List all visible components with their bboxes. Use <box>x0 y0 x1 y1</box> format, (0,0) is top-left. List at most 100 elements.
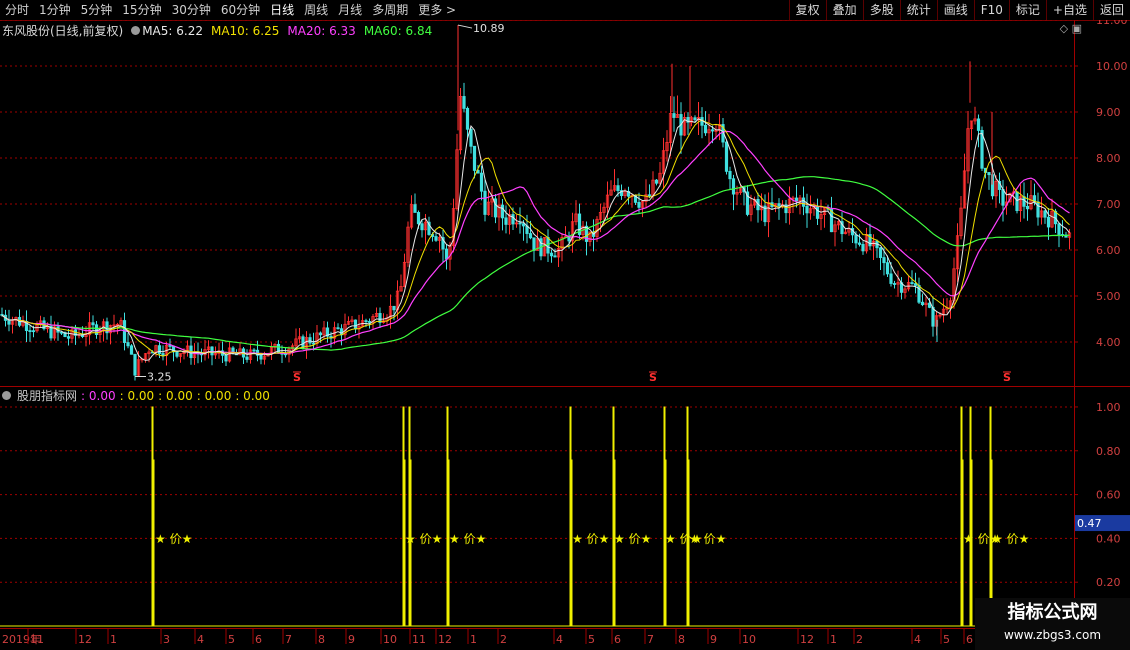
month-label: 6 <box>255 633 262 646</box>
candle-body <box>472 145 477 171</box>
candle-body <box>168 345 172 347</box>
panel-toggle-icon[interactable]: ▣ <box>1072 22 1082 35</box>
candle-body <box>504 217 508 225</box>
star-price-label: ★ 价★ <box>614 532 651 546</box>
month-label: 1 <box>470 633 477 646</box>
candle-body <box>976 118 981 131</box>
month-label: 7 <box>647 633 654 646</box>
candle-body <box>892 283 897 285</box>
candle-body <box>931 306 935 327</box>
candle-body <box>654 179 659 184</box>
fuquan-button[interactable]: 复权 <box>788 0 826 20</box>
ma20-value: MA20: 6.33 <box>287 23 356 38</box>
indicator-value-2: : 0.00 <box>119 388 155 403</box>
candle-body <box>465 107 470 130</box>
diamond-icon[interactable]: ◇ <box>1060 22 1068 35</box>
price-tick-label: 5.00 <box>1096 290 1121 303</box>
indicator-name[interactable]: 股朋指标网 <box>17 387 77 404</box>
month-label: 9 <box>348 633 355 646</box>
star-price-label: ★ 价★ <box>449 532 486 546</box>
candle-body <box>420 223 424 231</box>
tab-weekly[interactable]: 周线 <box>299 0 333 20</box>
candle-body <box>364 320 368 323</box>
candle-body <box>920 301 925 306</box>
month-label: 5 <box>228 633 235 646</box>
candle-body <box>1046 216 1051 228</box>
candle-body <box>693 117 697 121</box>
tab-monthly[interactable]: 月线 <box>333 0 367 20</box>
candle-body <box>511 214 515 225</box>
f10-button[interactable]: F10 <box>973 0 1009 20</box>
candle-body <box>724 141 729 172</box>
month-label: 10 <box>383 633 397 646</box>
signal-line <box>0 406 1074 627</box>
candle-body <box>308 337 312 344</box>
watermark-url: www.zbgs3.com <box>1003 628 1102 642</box>
draw-line-button[interactable]: 画线 <box>936 0 974 20</box>
overlay-button[interactable]: 叠加 <box>825 0 863 20</box>
tab-1min[interactable]: 1分钟 <box>34 0 76 20</box>
s-marker: S <box>293 371 301 384</box>
ma-settings-icon[interactable] <box>131 25 141 35</box>
price-tick-label: 10.00 <box>1096 60 1128 73</box>
month-label: 7 <box>285 633 292 646</box>
candle-body <box>28 330 32 332</box>
month-label: 6 <box>614 633 621 646</box>
price-chart[interactable]: 11.00 10.00 9.00 8.00 7.00 6.00 5.00 4.00 10.89 3… <box>0 20 1130 388</box>
date-axis: 2019年11 12 1 3 4 5 6 7 8 9 10 11 12 1 2 4 5 6 7 8 9 10 12 1 2 4 5 6 <box>0 628 1130 646</box>
statistics-button[interactable]: 统计 <box>899 0 937 20</box>
price-tick-label: 11.00 <box>1096 20 1128 27</box>
stock-name[interactable]: 东风股份(日线,前复权) <box>2 22 123 39</box>
candle-body <box>59 331 64 334</box>
indicator-value-1: : 0.00 <box>81 388 116 403</box>
tab-daily[interactable]: 日线 <box>265 0 299 20</box>
chart-corner-controls: ◇ ▣ <box>1060 22 1082 35</box>
star-price-label: ★ 价★ <box>155 532 192 546</box>
indicator-value-5: : 0.00 <box>235 388 270 403</box>
candle-body <box>126 342 130 347</box>
candle-body <box>276 343 281 354</box>
candle-body <box>1001 189 1005 206</box>
top-toolbar: 分时 1分钟 5分钟 15分钟 30分钟 60分钟 日线 周线 月线 多周期 更… <box>0 0 1130 21</box>
high-price-label: 10.89 <box>473 22 505 35</box>
candle-body <box>469 128 473 147</box>
indicator-title-bar: 股朋指标网 : 0.00 : 0.00 : 0.00 : 0.00 : 0.00 <box>2 387 270 404</box>
add-watchlist-button[interactable]: +自选 <box>1045 0 1093 20</box>
price-tick-label: 4.00 <box>1096 336 1121 349</box>
price-tick-label: 6.00 <box>1096 244 1121 257</box>
candle-body <box>318 332 323 336</box>
back-button[interactable]: 返回 <box>1092 0 1130 20</box>
candle-body <box>416 212 421 225</box>
candle-body <box>857 242 862 245</box>
candle-body <box>210 346 214 356</box>
month-label: 8 <box>678 633 685 646</box>
indicator-chart[interactable]: 1.00 0.80 0.60 0.40 0.20 0.47 ★ 价★ ★ 价★ ★ 价★ ★ 价★… <box>0 386 1130 628</box>
candle-body <box>479 172 484 192</box>
candle-body <box>1057 223 1061 235</box>
indicator-settings-icon[interactable] <box>2 391 11 400</box>
candle-body <box>31 330 36 333</box>
tab-60min[interactable]: 60分钟 <box>216 0 265 20</box>
star-price-label: ★ 价★ <box>405 532 442 546</box>
toolbar-buttons: 复权 叠加 多股 统计 画线 F10 标记 +自选 返回 <box>788 0 1130 20</box>
tab-15min[interactable]: 15分钟 <box>117 0 166 20</box>
star-price-label: ★ 价★ <box>572 532 609 546</box>
more-menu[interactable]: 更多 > <box>413 0 461 20</box>
candle-body <box>336 327 340 330</box>
tab-multi-period[interactable]: 多周期 <box>367 0 413 20</box>
candle-body <box>672 113 676 118</box>
month-label: 12 <box>78 633 92 646</box>
candle-body <box>889 273 893 284</box>
month-label: 4 <box>914 633 921 646</box>
candle-body <box>710 129 715 132</box>
mark-button[interactable]: 标记 <box>1008 0 1046 20</box>
tab-30min[interactable]: 30分钟 <box>167 0 216 20</box>
candle-body <box>175 351 179 357</box>
multi-stock-button[interactable]: 多股 <box>862 0 900 20</box>
month-label: 5 <box>943 633 950 646</box>
candle-body <box>518 222 522 225</box>
tab-5min[interactable]: 5分钟 <box>76 0 118 20</box>
tab-fenshi[interactable]: 分时 <box>0 0 34 20</box>
candle-body <box>794 197 799 202</box>
ma60-value: MA60: 6.84 <box>363 23 433 38</box>
